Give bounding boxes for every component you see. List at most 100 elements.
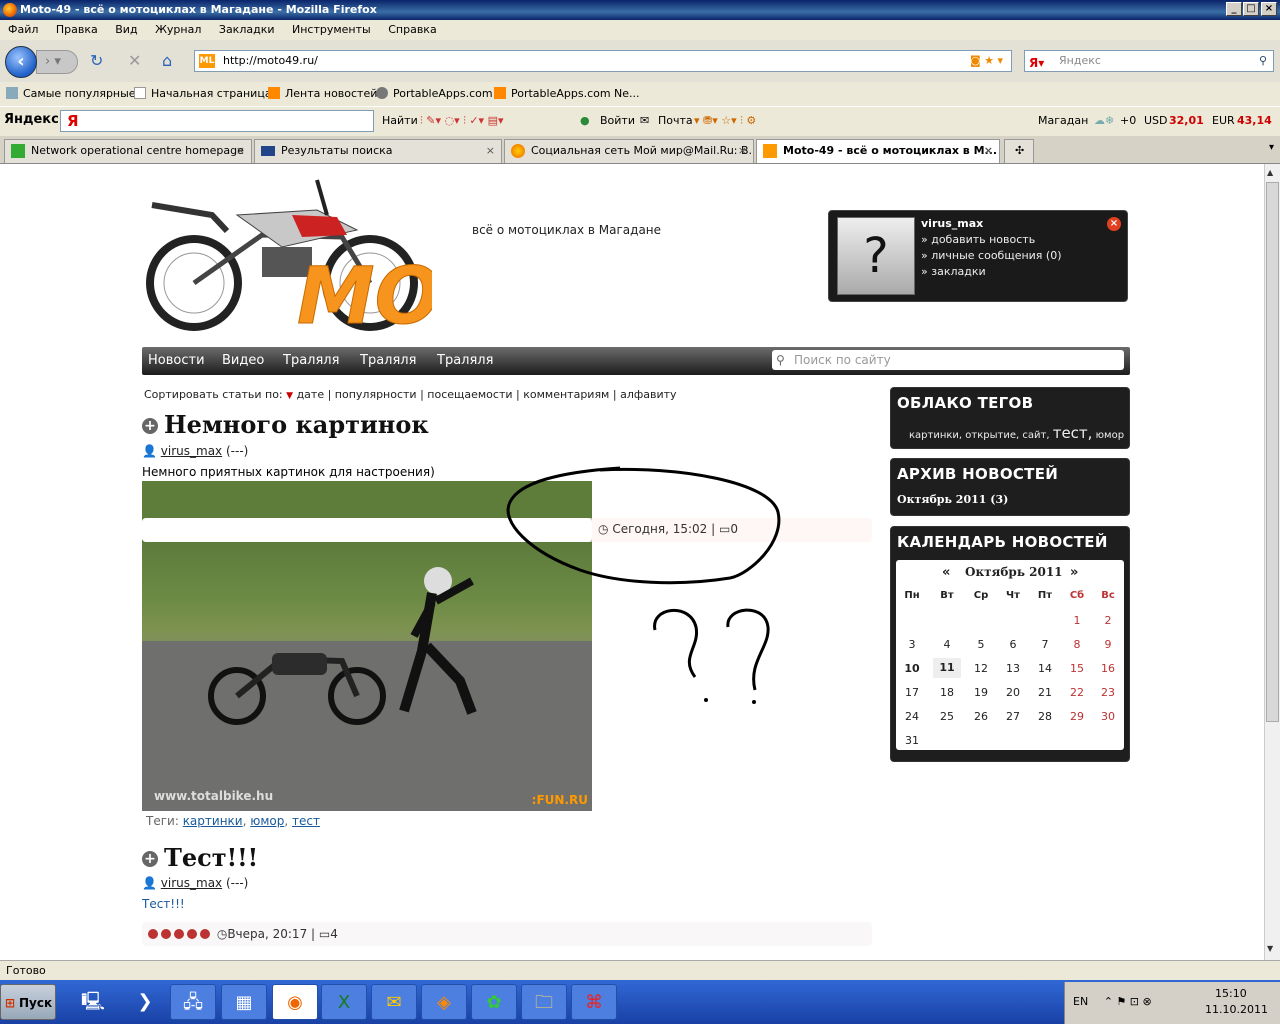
rating-stars[interactable]	[148, 927, 213, 941]
tab-moto49[interactable]: Moto-49 - всё о мотоциклах в М... ×	[756, 139, 1000, 163]
scroll-down-icon[interactable]: ▼	[1267, 944, 1273, 953]
tab-close-icon[interactable]: ×	[984, 140, 993, 162]
menu-view[interactable]: Вид	[115, 23, 137, 36]
calendar-day[interactable]: 10	[898, 662, 926, 675]
calendar-day[interactable]: 1	[1063, 614, 1091, 627]
expand-plus-icon[interactable]: +	[142, 851, 158, 867]
bookmark-most-visited[interactable]: Самые популярные	[6, 82, 136, 106]
new-tab-button[interactable]: ✣	[1004, 139, 1034, 163]
home-icon[interactable]: ⌂	[162, 51, 172, 70]
sort-by-alphabet[interactable]: алфавиту	[620, 388, 676, 401]
tag-link[interactable]: юмор	[250, 814, 284, 828]
sort-by-date[interactable]: дате	[297, 388, 325, 401]
nav-tralyalya-1[interactable]: Траляля	[283, 347, 339, 375]
author-link[interactable]: virus_max	[161, 444, 222, 458]
bookmark-portableapps[interactable]: PortableApps.com	[376, 82, 493, 106]
scroll-up-icon[interactable]: ▲	[1267, 168, 1273, 177]
taskbar-excel[interactable]: X	[321, 984, 367, 1020]
yandex-tools-icons[interactable]: ⫶ ✎▾ ◌▾ ⫶ ✓▾ ▤▾	[420, 106, 504, 136]
calendar-day[interactable]: 26	[967, 710, 995, 723]
tag-link[interactable]: тест	[292, 814, 320, 828]
archive-item[interactable]: Октябрь 2011 (3)	[897, 493, 1008, 506]
post-title-text[interactable]: Тест!!!	[164, 843, 258, 872]
post-title[interactable]: + Тест!!!	[142, 843, 258, 872]
calendar-day[interactable]: 16	[1094, 662, 1122, 675]
tab-search-results[interactable]: Результаты поиска ×	[254, 139, 502, 163]
calendar-day[interactable]: 6	[999, 638, 1027, 651]
avatar[interactable]: ?	[837, 217, 915, 295]
menu-file[interactable]: Файл	[8, 23, 38, 36]
search-icon[interactable]: ⚲	[1259, 51, 1267, 71]
taskbar-mail-app[interactable]: ✉	[371, 984, 417, 1020]
back-button[interactable]: ‹	[5, 46, 37, 78]
calendar-day[interactable]: 5	[967, 638, 995, 651]
address-bar[interactable]: ML http://moto49.ru/ ◙ ★ ▾	[194, 50, 1012, 72]
clock-date[interactable]: 11.10.2011	[1205, 1004, 1268, 1016]
rating-dot-icon[interactable]	[187, 929, 197, 939]
bookmark-portableapps-news[interactable]: PortableApps.com Ne...	[494, 82, 640, 106]
calendar-day[interactable]: 22	[1063, 686, 1091, 699]
nav-tralyalya-2[interactable]: Траляля	[360, 347, 416, 375]
tab-moi-mir[interactable]: Социальная сеть Мой мир@Mail.Ru: В... ×	[504, 139, 754, 163]
calendar-day[interactable]: 31	[898, 734, 926, 747]
menu-edit[interactable]: Правка	[56, 23, 98, 36]
calendar-day[interactable]: 12	[967, 662, 995, 675]
yandex-login-button[interactable]: Войти	[600, 106, 635, 136]
calendar-day[interactable]: 24	[898, 710, 926, 723]
tag-link[interactable]: сайт,	[1022, 430, 1049, 441]
rating-dot-icon[interactable]	[174, 929, 184, 939]
yandex-search-input[interactable]: Я	[60, 110, 374, 132]
calendar-day[interactable]: 30	[1094, 710, 1122, 723]
user-name[interactable]: virus_max	[921, 217, 983, 230]
calendar-day[interactable]: 7	[1031, 638, 1059, 651]
yandex-mail-button[interactable]: Почта	[658, 106, 693, 136]
rating-dot-icon[interactable]	[200, 929, 210, 939]
calendar-day[interactable]: 19	[967, 686, 995, 699]
server-manager-icon[interactable]: 🖳	[70, 984, 116, 1020]
menu-tools[interactable]: Инструменты	[292, 23, 371, 36]
tag-link[interactable]: открытие,	[965, 430, 1019, 441]
calendar-day[interactable]: 13	[999, 662, 1027, 675]
sort-by-comments[interactable]: комментариям	[523, 388, 609, 401]
calendar-day[interactable]: 9	[1094, 638, 1122, 651]
tag-link[interactable]: тест,	[1053, 424, 1093, 442]
scrollbar-thumb[interactable]	[1266, 182, 1279, 722]
bookmarks-link[interactable]: » закладки	[921, 265, 986, 278]
calendar-day[interactable]: 2	[1094, 614, 1122, 627]
calendar-day[interactable]: 23	[1094, 686, 1122, 699]
bookmark-start-page[interactable]: Начальная страница	[134, 82, 272, 106]
tray-icons[interactable]: ⌃ ⚑ ⊡ ⊗	[1104, 995, 1152, 1008]
web-search-box[interactable]: Я▾ Яндекс ⚲	[1024, 50, 1274, 72]
calendar-day[interactable]: 18	[933, 686, 961, 699]
site-logo-motorcycle[interactable]: MOTO49	[142, 175, 432, 337]
comment-count[interactable]: 4	[330, 927, 338, 941]
tab-close-icon[interactable]: ×	[738, 140, 747, 162]
sort-by-popularity[interactable]: популярности	[335, 388, 417, 401]
rating-dot-icon[interactable]	[161, 929, 171, 939]
taskbar-acrobat[interactable]: ⌘	[571, 984, 617, 1020]
stop-icon[interactable]: ✕	[128, 51, 141, 70]
taskbar-network-app[interactable]: 🖧	[170, 984, 216, 1020]
taskbar-firefox[interactable]: ◉	[272, 984, 318, 1020]
nav-news[interactable]: Новости	[148, 347, 205, 375]
calendar-day[interactable]: 8	[1063, 638, 1091, 651]
clock-time[interactable]: 15:10	[1215, 988, 1247, 1000]
powershell-icon[interactable]: ❯	[122, 984, 168, 1020]
vertical-scrollbar[interactable]: ▲ ▼	[1264, 164, 1280, 960]
calendar-day[interactable]: 21	[1031, 686, 1059, 699]
tab-close-icon[interactable]: ×	[236, 140, 245, 162]
calendar-day[interactable]: 15	[1063, 662, 1091, 675]
tag-link[interactable]: картинки	[183, 814, 243, 828]
menu-help[interactable]: Справка	[388, 23, 436, 36]
weather-city[interactable]: Магадан	[1038, 106, 1088, 136]
post-title-text[interactable]: Немного картинок	[164, 410, 429, 439]
calendar-day[interactable]: 27	[999, 710, 1027, 723]
reload-icon[interactable]: ↻	[90, 51, 103, 70]
calendar-next-month[interactable]: »	[1070, 565, 1078, 580]
private-messages-link[interactable]: » личные сообщения (0)	[921, 249, 1062, 262]
tab-close-icon[interactable]: ×	[486, 140, 495, 162]
taskbar-icq[interactable]: ✿	[471, 984, 517, 1020]
tab-list-icon[interactable]: ▾	[1269, 142, 1274, 153]
rss-star-icons[interactable]: ◙ ★ ▾	[970, 51, 1003, 71]
calendar-day[interactable]: 3	[898, 638, 926, 651]
